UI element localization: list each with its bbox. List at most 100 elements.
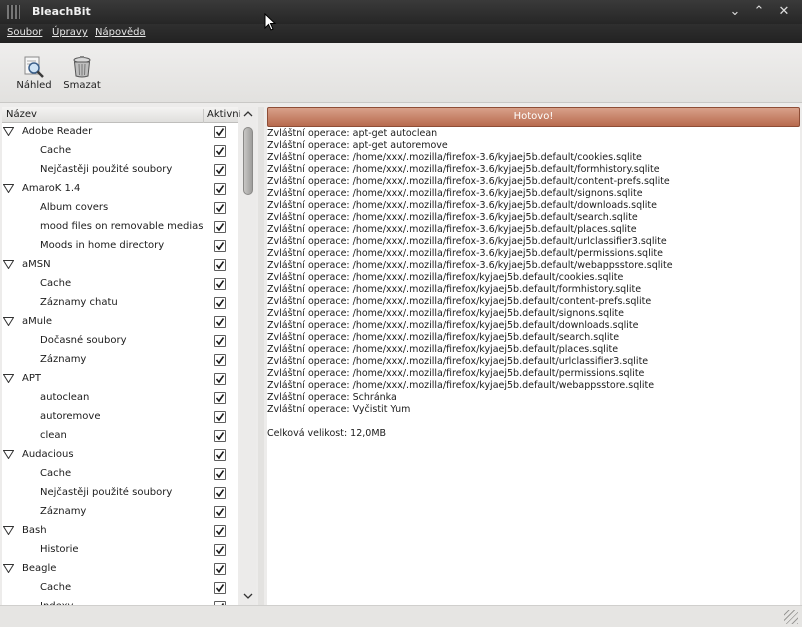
tree-option-row[interactable]: Moods in home directory bbox=[2, 237, 238, 256]
resize-grip-icon[interactable] bbox=[784, 610, 798, 624]
tree-group-row[interactable]: AmaroK 1.4 bbox=[2, 180, 238, 199]
tree-row-label: Album covers bbox=[40, 202, 109, 213]
expander-triangle-icon[interactable] bbox=[3, 526, 14, 535]
expander-triangle-icon[interactable] bbox=[3, 374, 14, 383]
tree-group-row[interactable]: Beagle bbox=[2, 560, 238, 579]
active-checkbox[interactable] bbox=[214, 392, 226, 404]
active-checkbox[interactable] bbox=[214, 563, 226, 575]
column-header-name[interactable]: Název bbox=[6, 109, 37, 120]
checkmark-icon bbox=[215, 318, 225, 327]
bleachbit-app-icon[interactable] bbox=[7, 5, 20, 19]
minimize-icon[interactable]: ⌄ bbox=[726, 3, 744, 21]
active-checkbox[interactable] bbox=[214, 126, 226, 138]
active-checkbox[interactable] bbox=[214, 582, 226, 594]
checkmark-icon bbox=[215, 584, 225, 593]
checkmark-icon bbox=[215, 242, 225, 251]
tree-group-row[interactable]: Adobe Reader bbox=[2, 123, 238, 142]
pane-splitter[interactable] bbox=[258, 107, 264, 605]
maximize-icon[interactable]: ⌃ bbox=[750, 3, 768, 21]
tree-group-row[interactable]: aMSN bbox=[2, 256, 238, 275]
tree-row-label: Záznamy bbox=[40, 354, 87, 365]
scroll-up-icon[interactable] bbox=[243, 109, 253, 119]
scroll-down-icon[interactable] bbox=[243, 591, 253, 601]
active-checkbox[interactable] bbox=[214, 525, 226, 537]
active-checkbox[interactable] bbox=[214, 411, 226, 423]
tree-option-row[interactable]: Dočasné soubory bbox=[2, 332, 238, 351]
preview-button[interactable]: Náhled bbox=[12, 55, 56, 99]
tree-option-row[interactable]: autoremove bbox=[2, 408, 238, 427]
checkmark-icon bbox=[215, 299, 225, 308]
tree-scrollbar[interactable] bbox=[240, 107, 256, 605]
tree-option-row[interactable]: Cache bbox=[2, 579, 238, 598]
active-checkbox[interactable] bbox=[214, 278, 226, 290]
expander-triangle-icon[interactable] bbox=[3, 564, 14, 573]
active-checkbox[interactable] bbox=[214, 259, 226, 271]
expander-triangle-icon[interactable] bbox=[3, 260, 14, 269]
log-line: Zvláštní operace: /home/xxx/.mozilla/fir… bbox=[267, 260, 673, 271]
tree-option-row[interactable]: Indexy bbox=[2, 598, 238, 605]
checkmark-icon bbox=[215, 413, 225, 422]
tree-option-row[interactable]: Nejčastěji použité soubory bbox=[2, 484, 238, 503]
tree-option-row[interactable]: Záznamy bbox=[2, 351, 238, 370]
delete-button[interactable]: Smazat bbox=[60, 55, 104, 99]
active-checkbox[interactable] bbox=[214, 354, 226, 366]
column-header-active[interactable]: Aktivní bbox=[203, 109, 241, 123]
active-checkbox[interactable] bbox=[214, 164, 226, 176]
tree-group-row[interactable]: aMule bbox=[2, 313, 238, 332]
log-line: Zvláštní operace: /home/xxx/.mozilla/fir… bbox=[267, 320, 639, 331]
active-checkbox[interactable] bbox=[214, 202, 226, 214]
menu-help[interactable]: Nápověda bbox=[95, 27, 146, 38]
title-bar[interactable]: BleachBit ⌄ ⌃ ✕ bbox=[0, 0, 802, 24]
tree-option-row[interactable]: Album covers bbox=[2, 199, 238, 218]
active-checkbox[interactable] bbox=[214, 373, 226, 385]
scroll-thumb[interactable] bbox=[243, 127, 253, 195]
tree-group-row[interactable]: Audacious bbox=[2, 446, 238, 465]
active-checkbox[interactable] bbox=[214, 468, 226, 480]
log-line: Zvláštní operace: Schránka bbox=[267, 392, 397, 403]
log-line: Zvláštní operace: /home/xxx/.mozilla/fir… bbox=[267, 188, 643, 199]
tree-row-label: Cache bbox=[40, 582, 72, 593]
delete-label: Smazat bbox=[63, 80, 101, 91]
active-checkbox[interactable] bbox=[214, 449, 226, 461]
menu-edit[interactable]: Úpravy bbox=[52, 27, 88, 38]
tree-option-row[interactable]: Nejčastěji použité soubory bbox=[2, 161, 238, 180]
active-checkbox[interactable] bbox=[214, 297, 226, 309]
tree-option-row[interactable]: Cache bbox=[2, 142, 238, 161]
tree-option-row[interactable]: autoclean bbox=[2, 389, 238, 408]
log-line: Zvláštní operace: /home/xxx/.mozilla/fir… bbox=[267, 368, 645, 379]
tree-option-row[interactable]: mood files on removable medias bbox=[2, 218, 238, 237]
tree-option-row[interactable]: Záznamy bbox=[2, 503, 238, 522]
active-checkbox[interactable] bbox=[214, 145, 226, 157]
tree-option-row[interactable]: Záznamy chatu bbox=[2, 294, 238, 313]
close-icon[interactable]: ✕ bbox=[775, 3, 793, 21]
active-checkbox[interactable] bbox=[214, 335, 226, 347]
active-checkbox[interactable] bbox=[214, 430, 226, 442]
app-window: BleachBit ⌄ ⌃ ✕ Soubor Úpravy Nápověda N… bbox=[0, 0, 802, 627]
active-checkbox[interactable] bbox=[214, 487, 226, 499]
tree-row-label: Bash bbox=[22, 525, 47, 536]
status-bar bbox=[0, 605, 802, 627]
tree-row-label: Záznamy bbox=[40, 506, 87, 517]
expander-triangle-icon[interactable] bbox=[3, 450, 14, 459]
menu-file[interactable]: Soubor bbox=[7, 27, 42, 38]
tree-option-row[interactable]: clean bbox=[2, 427, 238, 446]
active-checkbox[interactable] bbox=[214, 544, 226, 556]
active-checkbox[interactable] bbox=[214, 221, 226, 233]
tree-row-label: Audacious bbox=[22, 449, 74, 460]
tree-row-label: aMule bbox=[22, 316, 53, 327]
active-checkbox[interactable] bbox=[214, 506, 226, 518]
expander-triangle-icon[interactable] bbox=[3, 317, 14, 326]
tree-row-label: AmaroK 1.4 bbox=[22, 183, 81, 194]
tree-option-row[interactable]: Historie bbox=[2, 541, 238, 560]
active-checkbox[interactable] bbox=[214, 183, 226, 195]
tree-group-row[interactable]: APT bbox=[2, 370, 238, 389]
active-checkbox[interactable] bbox=[214, 240, 226, 252]
active-checkbox[interactable] bbox=[214, 316, 226, 328]
expander-triangle-icon[interactable] bbox=[3, 127, 14, 136]
log-line: Zvláštní operace: /home/xxx/.mozilla/fir… bbox=[267, 176, 670, 187]
tree-row-label: Moods in home directory bbox=[40, 240, 165, 251]
tree-option-row[interactable]: Cache bbox=[2, 465, 238, 484]
tree-option-row[interactable]: Cache bbox=[2, 275, 238, 294]
expander-triangle-icon[interactable] bbox=[3, 184, 14, 193]
tree-group-row[interactable]: Bash bbox=[2, 522, 238, 541]
